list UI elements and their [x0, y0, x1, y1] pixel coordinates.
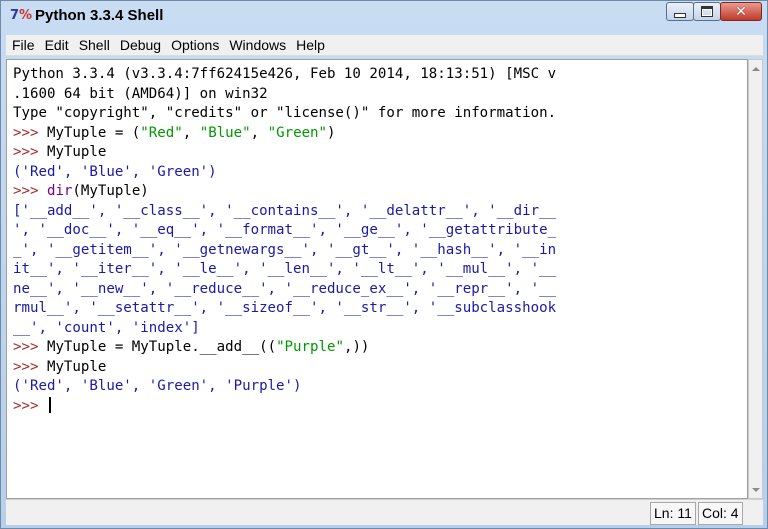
string-literal: "Purple" [276, 339, 344, 355]
command-text: , [250, 124, 268, 141]
prompt: >>> [13, 124, 47, 141]
output-line: ('Red', 'Blue', 'Green') [13, 163, 217, 180]
window-title: Python 3.3.4 Shell [35, 7, 164, 24]
prompt: >>> [13, 144, 47, 160]
output-line: ', '__doc__', '__eq__', '__format__', '_… [13, 222, 557, 238]
python-idle-icon: 7% [10, 8, 33, 23]
banner-line: Python 3.3.4 (v3.3.4:7ff62415e426, Feb 1… [13, 66, 557, 82]
command-text: MyTuple [46, 358, 107, 375]
command-text: , [182, 124, 200, 141]
status-bar: Ln: 11 Col: 4 [6, 499, 763, 525]
title-bar[interactable]: 7% Python 3.3.4 Shell ✕ [1, 1, 767, 31]
prompt: >>> [13, 397, 47, 414]
minimize-button[interactable] [666, 2, 694, 21]
builtin-function: dir [46, 183, 73, 199]
command-text: (MyTuple) [72, 183, 149, 199]
string-literal: "Red" [140, 124, 183, 141]
close-button[interactable]: ✕ [720, 2, 762, 21]
menu-file[interactable]: File [6, 35, 40, 55]
command-text: MyTuple = ( [46, 124, 141, 141]
menu-edit[interactable]: Edit [40, 35, 74, 55]
menu-help[interactable]: Help [291, 35, 330, 55]
menu-windows[interactable]: Windows [224, 35, 291, 55]
string-literal: "Green" [267, 124, 328, 141]
string-literal: "Blue" [199, 124, 251, 141]
arrow-down-icon [751, 487, 760, 492]
scroll-down-button[interactable] [749, 481, 762, 498]
window-controls: ✕ [666, 2, 762, 21]
minimize-icon [667, 3, 693, 20]
prompt: >>> [13, 339, 47, 355]
menu-bar: File Edit Shell Debug Options Windows He… [6, 35, 763, 56]
idle-shell-window: 7% Python 3.3.4 Shell ✕ File Edit Shell … [0, 0, 768, 529]
output-line: rmul__', '__setattr__', '__sizeof__', '_… [13, 300, 557, 316]
text-cursor [48, 396, 51, 413]
output-line: _', '__getitem__', '__getnewargs__', '__… [13, 241, 557, 258]
maximize-icon [694, 3, 720, 20]
close-icon: ✕ [735, 3, 747, 20]
banner-line: .1600 64 bit (AMD64)] on win32 [13, 85, 268, 102]
arrow-up-icon [751, 66, 760, 71]
line-number-indicator: Ln: 11 [650, 502, 696, 525]
output-line: ('Red', 'Blue', 'Green', 'Purple') [13, 378, 302, 394]
command-text: ) [327, 124, 336, 141]
scroll-up-button[interactable] [749, 60, 762, 77]
menu-debug[interactable]: Debug [115, 35, 166, 55]
command-text: MyTuple = MyTuple.__add__(( [46, 339, 277, 355]
prompt: >>> [13, 358, 47, 375]
maximize-button[interactable] [693, 2, 721, 21]
output-line: __', 'count', 'index'] [13, 319, 200, 336]
banner-line: Type "copyright", "credits" or "license(… [13, 105, 557, 121]
output-line: ne__', '__new__', '__reduce__', '__reduc… [13, 280, 557, 297]
shell-text-area[interactable]: Python 3.3.4 (v3.3.4:7ff62415e426, Feb 1… [6, 59, 748, 499]
menu-shell[interactable]: Shell [74, 35, 115, 55]
shell-output: Python 3.3.4 (v3.3.4:7ff62415e426, Feb 1… [13, 65, 556, 416]
column-number-indicator: Col: 4 [698, 502, 743, 525]
command-text: ,)) [343, 339, 370, 355]
prompt: >>> [13, 183, 47, 199]
command-text: MyTuple [46, 144, 107, 160]
output-line: ['__add__', '__class__', '__contains__',… [13, 202, 557, 219]
vertical-scrollbar[interactable] [748, 59, 763, 499]
menu-options[interactable]: Options [166, 35, 224, 55]
output-line: it__', '__iter__', '__le__', '__len__', … [13, 261, 557, 277]
